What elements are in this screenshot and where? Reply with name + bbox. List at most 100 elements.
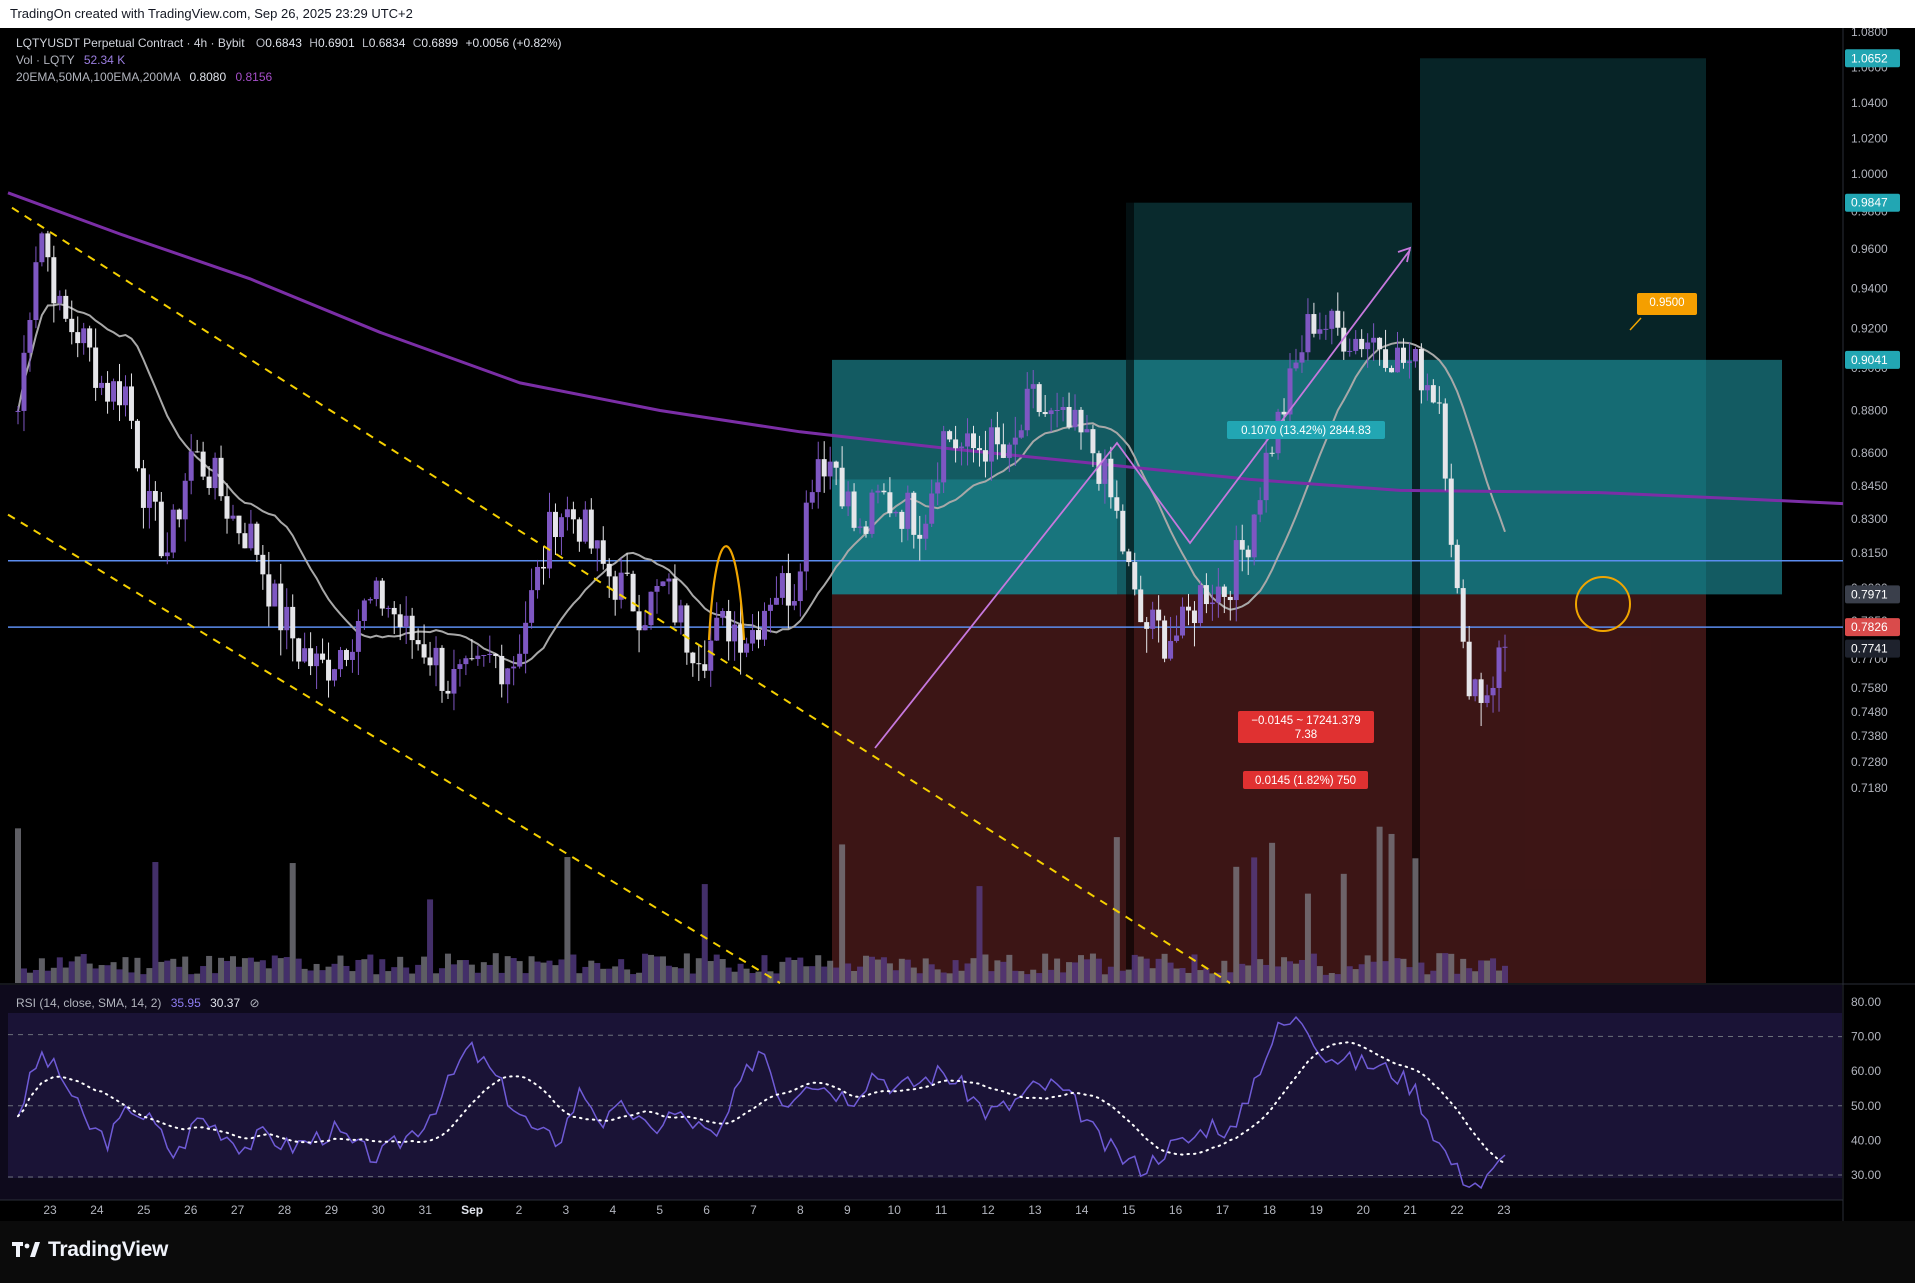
candle-body — [218, 457, 224, 497]
volume-bar — [964, 963, 971, 983]
volume-bar — [146, 968, 153, 983]
candle-body — [314, 653, 320, 667]
candle-body — [1090, 429, 1096, 454]
volume-bar — [839, 844, 846, 983]
volume-bar — [1233, 866, 1240, 983]
x-tick-label: 11 — [935, 1203, 948, 1217]
volume-bar — [474, 972, 481, 983]
x-tick-label: 19 — [1310, 1203, 1324, 1217]
tradingview-logo-icon — [12, 1242, 40, 1257]
zone-gap — [1412, 58, 1420, 983]
candle-body — [1030, 384, 1036, 389]
x-tick-label: 31 — [419, 1203, 433, 1217]
candle-body — [272, 583, 278, 607]
candle-body — [791, 601, 797, 606]
candle-body — [558, 517, 564, 538]
candle-body — [1359, 338, 1365, 350]
candle-body — [1054, 409, 1060, 411]
y-tick-label: 1.0800 — [1851, 28, 1888, 39]
chart-svg[interactable]: 0.1070 (13.42%) 2844.83 −0.0145 ~ 17241.3… — [0, 28, 1915, 1221]
candle-body — [427, 657, 433, 666]
candle-body — [146, 490, 152, 508]
volume-bar — [988, 971, 995, 983]
volume-bar — [104, 965, 111, 983]
candle-body — [320, 653, 326, 660]
volume-bar — [20, 968, 27, 983]
candle-body — [236, 515, 242, 534]
volume-bar — [361, 959, 368, 983]
volume-bar — [182, 956, 189, 983]
volume-bar — [1430, 970, 1437, 983]
candle-body — [690, 652, 696, 664]
volume-bar — [642, 953, 649, 983]
candle-body — [971, 433, 977, 449]
candle-body — [1120, 510, 1126, 552]
legend-row-3: 20EMA,50MA,100EMA,200MA 0.8080 0.8156 — [16, 70, 272, 84]
legend-o-value: 0.6843 — [265, 36, 302, 50]
volume-bar — [492, 953, 499, 983]
rsi-y-tick-label: 60.00 — [1851, 1064, 1881, 1078]
volume-bar — [50, 967, 57, 983]
candle-body — [117, 381, 123, 406]
volume-bar — [504, 956, 511, 983]
candle-body — [182, 480, 188, 520]
candle-body — [779, 573, 785, 598]
volume-bar — [946, 973, 953, 983]
candle-body — [445, 690, 451, 694]
chart-frame[interactable]: 0.1070 (13.42%) 2844.83 −0.0145 ~ 17241.3… — [0, 28, 1915, 1221]
candle-body — [1000, 444, 1006, 458]
volume-bar — [1281, 957, 1288, 983]
volume-bar — [821, 966, 828, 983]
candle-body — [493, 653, 499, 656]
volume-bar — [301, 968, 308, 983]
candle-body — [1502, 646, 1508, 648]
candle-body — [1496, 647, 1502, 688]
candle-body — [1102, 458, 1108, 484]
volume-bar — [1179, 968, 1186, 983]
candle-body — [1383, 349, 1389, 368]
candle-body — [1472, 679, 1478, 697]
volume-bar — [450, 964, 457, 983]
volume-bar — [319, 970, 326, 983]
volume-bar — [62, 967, 69, 983]
candle-body — [1424, 385, 1430, 391]
volume-bar — [1460, 958, 1467, 983]
volume-bar — [1000, 961, 1007, 983]
rsi-y-tick-label: 50.00 — [1851, 1099, 1881, 1113]
candle-body — [1448, 478, 1454, 545]
candle-body — [869, 492, 875, 534]
legend-l-label: L — [362, 36, 369, 50]
candle-body — [63, 295, 69, 319]
candle-body — [976, 448, 982, 451]
candle-body — [1239, 540, 1245, 550]
volume-bar — [761, 955, 768, 983]
candle-body — [1484, 695, 1490, 703]
candle-body — [636, 611, 642, 631]
candle-body — [982, 450, 988, 462]
volume-bar — [265, 968, 272, 983]
brand-logo[interactable]: TradingView — [12, 1238, 168, 1262]
volume-bar — [1006, 954, 1013, 983]
candle-body — [803, 502, 809, 572]
volume-bar — [719, 959, 726, 983]
volume-bar — [122, 957, 129, 983]
candle-body — [678, 605, 684, 623]
volume-bar — [1048, 969, 1055, 983]
volume-bar — [952, 960, 959, 983]
volume-bar — [1340, 873, 1347, 983]
candle-body — [582, 509, 588, 542]
x-tick-label: 17 — [1216, 1203, 1230, 1217]
volume-bar — [833, 967, 840, 983]
candle-body — [1299, 352, 1305, 363]
volume-bar — [271, 955, 278, 983]
volume-bar — [1167, 962, 1174, 983]
eye-off-icon[interactable]: ⊘ — [249, 996, 259, 1010]
candle-body — [57, 295, 63, 304]
candle-body — [1042, 412, 1048, 415]
volume-bar — [827, 960, 834, 983]
candle-body — [170, 509, 176, 553]
y-tick-label: 0.8600 — [1851, 446, 1888, 460]
volume-bar — [1466, 968, 1473, 983]
candle-body — [1353, 338, 1359, 351]
candle-body — [732, 624, 738, 642]
